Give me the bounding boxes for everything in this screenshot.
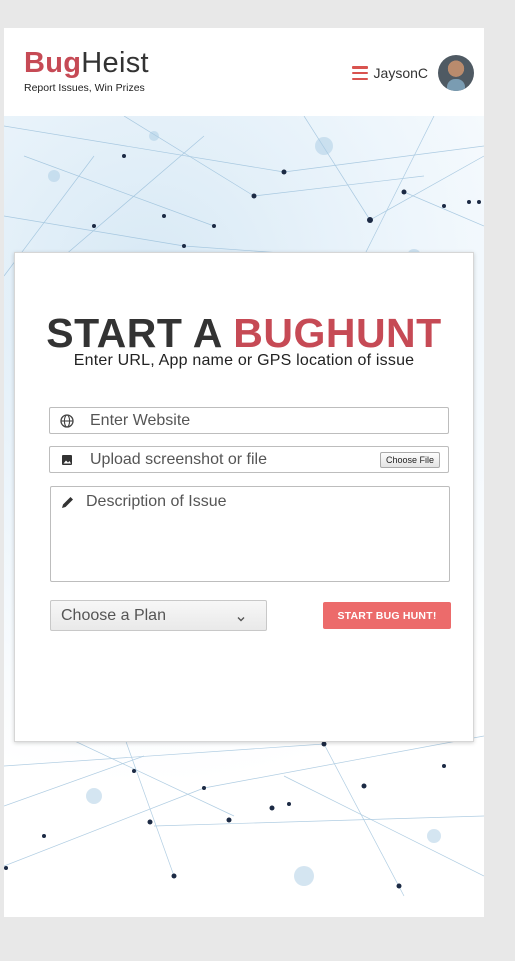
plan-select[interactable]: Choose a Plan — [50, 600, 267, 631]
image-icon — [58, 451, 76, 469]
page-subtitle: Enter URL, App name or GPS location of i… — [73, 352, 415, 369]
plan-selected-value: Choose a Plan — [61, 606, 166, 624]
top-header: BugHeist Report Issues, Win Prizes Jayso… — [4, 28, 484, 116]
title-part-bughunt: BUGHUNT — [233, 310, 442, 356]
user-area: JaysonC — [351, 55, 474, 91]
logo-heist-text: Heist — [81, 47, 149, 79]
choose-file-button[interactable]: Choose File — [379, 451, 440, 468]
website-placeholder: Enter Website — [90, 411, 191, 429]
title-part-start: START A — [46, 310, 234, 356]
username[interactable]: JaysonC — [374, 65, 428, 81]
pencil-icon — [61, 495, 75, 509]
brand-logo[interactable]: BugHeist Report Issues, Win Prizes — [24, 48, 149, 94]
page-frame: BugHeist Report Issues, Win Prizes Jayso… — [4, 28, 484, 917]
start-bug-hunt-button[interactable]: START BUG HUNT! — [323, 602, 451, 629]
hamburger-menu-icon[interactable] — [351, 66, 368, 80]
globe-icon — [58, 412, 76, 430]
logo-wordmark: BugHeist — [24, 48, 149, 78]
description-placeholder: Description of Issue — [86, 493, 227, 510]
upload-field[interactable]: Upload screenshot or file Choose File — [49, 446, 449, 473]
chevron-down-icon — [236, 611, 246, 621]
avatar[interactable] — [438, 55, 474, 91]
logo-bug-text: Bug — [24, 47, 82, 79]
upload-label: Upload screenshot or file — [90, 450, 267, 468]
page-title: START A BUGHUNT — [15, 311, 473, 355]
brand-tagline: Report Issues, Win Prizes — [24, 82, 145, 94]
website-input[interactable]: Enter Website — [49, 407, 449, 434]
description-textarea[interactable]: Description of Issue — [50, 486, 450, 582]
bughunt-form-card: START A BUGHUNT Enter URL, App name or G… — [14, 252, 474, 742]
